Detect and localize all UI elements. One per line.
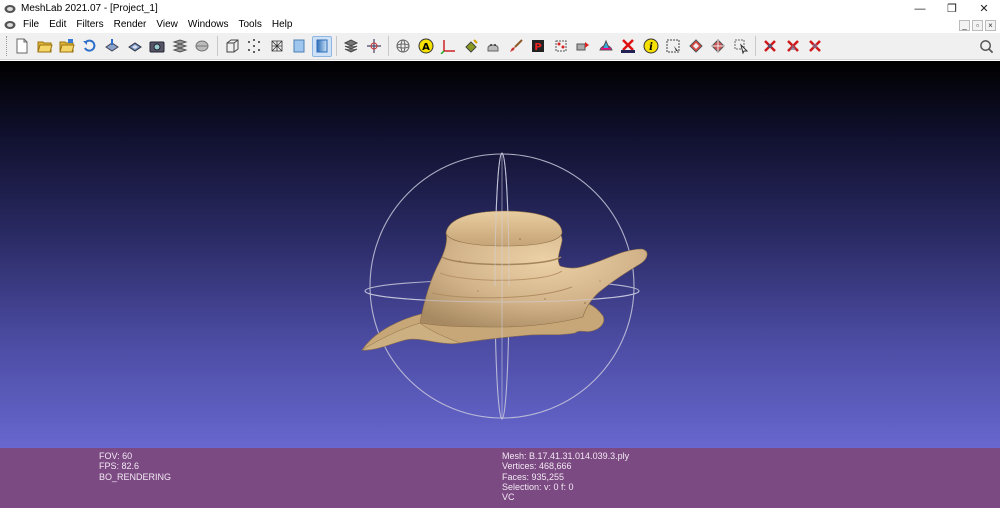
open-mesh-icon[interactable]	[57, 36, 77, 57]
menu-help[interactable]: Help	[267, 17, 298, 33]
export-mesh-icon[interactable]	[102, 36, 122, 57]
lighting-icon[interactable]	[341, 36, 361, 57]
wireframe-icon[interactable]	[267, 36, 287, 57]
mdi-restore-button[interactable]: ▫	[972, 19, 983, 31]
info-icon[interactable]: i	[641, 36, 661, 57]
menu-windows[interactable]: Windows	[183, 17, 234, 33]
bounding-box-icon[interactable]	[222, 36, 242, 57]
menu-tools[interactable]: Tools	[233, 17, 266, 33]
render-mode-label: BO_RENDERING	[99, 471, 172, 482]
georef-icon[interactable]	[618, 36, 638, 57]
fov-label: FOV: 60	[99, 451, 133, 461]
toolbar-separator	[216, 36, 218, 56]
menu-filters[interactable]: Filters	[71, 17, 108, 33]
faces-label: Faces: 935,255	[502, 471, 565, 482]
axis-icon[interactable]	[438, 36, 458, 57]
select-cursor-icon[interactable]	[731, 36, 751, 57]
manipulator-icon[interactable]	[573, 36, 593, 57]
meshlab-app-icon	[4, 4, 16, 13]
select-faces-icon[interactable]	[686, 36, 706, 57]
mdi-close-button[interactable]: ×	[985, 19, 996, 31]
menu-bar: File Edit Filters Render View Windows To…	[0, 17, 1000, 33]
toolbar-grip[interactable]	[6, 36, 9, 56]
snapshot-icon[interactable]	[147, 36, 167, 57]
export-as-icon[interactable]	[125, 36, 145, 57]
delete-both-icon[interactable]	[805, 36, 825, 57]
restore-button[interactable]: ❐	[936, 0, 968, 17]
point-cloud-icon[interactable]	[192, 36, 212, 57]
paint-bucket-icon[interactable]	[461, 36, 481, 57]
main-toolbar: A P i	[0, 33, 1000, 60]
fps-label: FPS: 82.6	[99, 461, 140, 472]
selection-label: Selection: v: 0 f: 0	[502, 481, 574, 492]
pickpoints-icon[interactable]: P	[528, 36, 548, 57]
select-connected-icon[interactable]	[708, 36, 728, 57]
menu-render[interactable]: Render	[109, 17, 152, 33]
open-project-icon[interactable]	[35, 36, 55, 57]
annotate-icon[interactable]: A	[416, 36, 436, 57]
mesh-info: Mesh: B.17.41.31.014.039.3.ply Vertices:…	[502, 451, 629, 502]
mdi-minimize-button[interactable]: _	[959, 19, 970, 31]
close-button[interactable]: ✕	[968, 0, 1000, 17]
new-project-icon[interactable]	[12, 36, 32, 57]
mesh-name-label: Mesh: B.17.41.31.014.039.3.ply	[502, 451, 630, 461]
smooth-shade-icon[interactable]	[311, 35, 332, 57]
axes-pan-icon[interactable]	[364, 36, 384, 57]
color-mode-label: VC	[502, 492, 515, 503]
points-render-icon[interactable]	[244, 36, 264, 57]
toolbar-separator	[755, 36, 756, 56]
trackball-icon[interactable]	[393, 36, 413, 57]
texture-paint-icon[interactable]	[596, 36, 616, 57]
info-bar: FOV: 60 FPS: 82.6 BO_RENDERING Mesh: B.1…	[0, 448, 1000, 508]
title-bar: MeshLab 2021.07 - [Project_1] — ❐ ✕	[0, 0, 1000, 17]
vertices-label: Vertices: 468,666	[502, 461, 572, 472]
show-layers-icon[interactable]	[170, 36, 190, 57]
flat-shade-icon[interactable]	[289, 36, 309, 57]
svg-text:i: i	[649, 42, 653, 53]
3d-viewport[interactable]	[0, 61, 1000, 448]
search-icon[interactable]	[976, 36, 996, 56]
menu-file[interactable]: File	[18, 17, 44, 33]
scene-canvas[interactable]	[0, 61, 1000, 448]
view-info: FOV: 60 FPS: 82.6 BO_RENDERING	[99, 451, 171, 482]
document-icon[interactable]	[4, 20, 16, 30]
delete-vertices-icon[interactable]	[760, 36, 780, 57]
minimize-button[interactable]: —	[904, 0, 936, 17]
window-title: MeshLab 2021.07 - [Project_1]	[21, 3, 158, 14]
toolbar-separator	[388, 36, 389, 56]
select-vertices-icon[interactable]	[551, 36, 571, 57]
svg-text:P: P	[534, 42, 541, 53]
toolbar-separator	[336, 36, 337, 56]
svg-text:A: A	[422, 42, 430, 53]
mesh-model[interactable]	[361, 210, 648, 351]
delete-faces-icon[interactable]	[783, 36, 803, 57]
reload-icon[interactable]	[80, 36, 100, 57]
menu-edit[interactable]: Edit	[44, 17, 71, 33]
brush-icon[interactable]	[506, 36, 526, 57]
select-rect-icon[interactable]	[663, 36, 683, 57]
align-icon[interactable]	[483, 36, 503, 57]
menu-view[interactable]: View	[151, 17, 183, 33]
